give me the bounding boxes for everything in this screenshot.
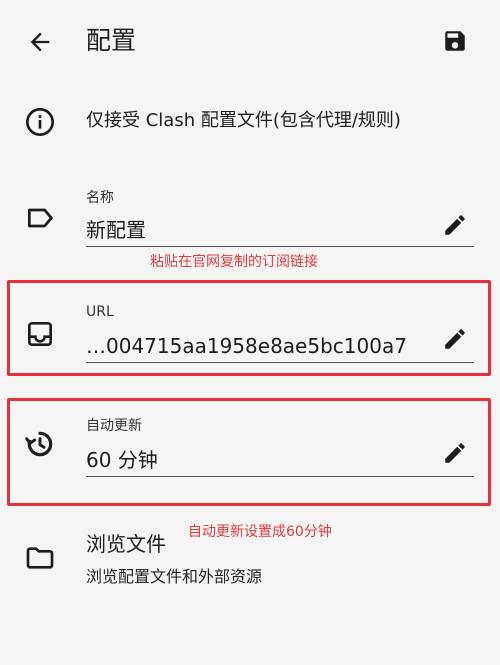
browse-files-title: 浏览文件 (86, 532, 166, 556)
edit-pencil-icon[interactable] (442, 212, 468, 238)
browse-files-row[interactable]: 浏览文件 浏览配置文件和外部资源 (0, 524, 500, 594)
name-field-underline (86, 246, 474, 247)
url-hint-annotation: 粘贴在官网复制的订阅链接 (150, 254, 318, 270)
auto-update-field-row[interactable]: 自动更新 60 分钟 (0, 408, 500, 488)
save-icon[interactable] (442, 28, 468, 54)
url-field-label: URL (86, 304, 114, 320)
info-text: 仅接受 Clash 配置文件(包含代理/规则) (86, 110, 401, 131)
name-field-value[interactable]: 新配置 (86, 216, 146, 244)
name-field-label: 名称 (86, 190, 114, 206)
url-field-value[interactable]: …004715aa1958e8ae5bc100a7 (86, 332, 432, 360)
auto-update-field-label: 自动更新 (86, 418, 142, 434)
arrow-back-icon[interactable] (26, 28, 54, 56)
folder-icon (26, 547, 54, 569)
edit-pencil-icon[interactable] (442, 440, 468, 466)
auto-update-field-value[interactable]: 60 分钟 (86, 446, 158, 474)
name-field-row[interactable]: 名称 新配置 (0, 180, 500, 250)
inbox-icon (28, 322, 52, 346)
browse-files-subtitle: 浏览配置文件和外部资源 (86, 567, 263, 586)
auto-update-field-underline (86, 476, 474, 477)
info-icon (26, 108, 54, 136)
page-title: 配置 (86, 26, 137, 55)
history-clock-icon (25, 431, 53, 457)
label-tag-icon (28, 208, 53, 228)
url-field-underline (86, 362, 474, 363)
edit-pencil-icon[interactable] (442, 326, 468, 352)
app-bar: 配置 (0, 0, 500, 84)
url-field-row[interactable]: URL …004715aa1958e8ae5bc100a7 (0, 292, 500, 372)
